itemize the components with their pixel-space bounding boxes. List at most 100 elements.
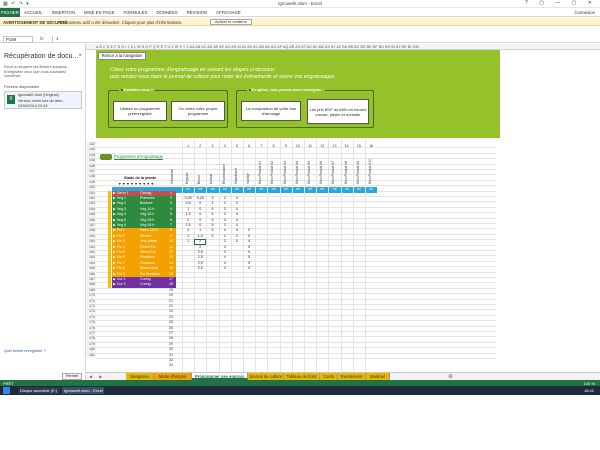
product-header: Mon Produit #5 (307, 161, 311, 184)
formula-input[interactable]: 1 (52, 35, 592, 43)
sheet-tab-7[interactable]: Matériel (366, 373, 390, 380)
stage-label: ▶ Flo 1 (113, 228, 125, 233)
stage-header: Stade de la plante (124, 176, 157, 180)
water-composition-button[interactable]: La composition de votre eau d'arrosage (241, 101, 301, 121)
col-number: 8 (272, 144, 275, 148)
ml-unit: ml (255, 187, 268, 193)
grid-line (96, 298, 496, 300)
title-bar: ▦ ↶ ↷ ▾ Ignowebt.xlsm - Excel ? ▢ — ▢ ✕ (0, 0, 600, 8)
dose-cell[interactable] (194, 282, 206, 287)
ribbon-tab-5[interactable]: RÉVISION (187, 10, 208, 15)
sheet-scroll-arrows[interactable]: ◀ ▶ … (89, 374, 116, 379)
stage-name: Vég 18 h (140, 223, 155, 227)
file-tab[interactable]: FICHIER (0, 8, 20, 17)
start-icon[interactable] (3, 387, 10, 394)
zoom-level[interactable]: 100 % (584, 381, 595, 386)
grid-vline (279, 140, 281, 372)
quick-access-icons[interactable]: ▦ ↶ ↷ ▾ (3, 1, 30, 7)
recovery-description: Excel a récupéré les fichiers suivants. … (4, 65, 68, 78)
dose-cell[interactable] (182, 282, 194, 287)
stage-name: Clonag (140, 190, 152, 195)
grid-line (96, 352, 496, 354)
taskbar-item-0[interactable]: Disque amovible (E:) (18, 387, 60, 394)
optional-group-title: En option, vous pouvez aussi renseigner … (247, 88, 326, 92)
dose-cell[interactable] (206, 282, 218, 287)
taskbar-item-1[interactable]: Ignowebt.xlsm - Excel (62, 387, 104, 394)
ribbon-tabs: FICHIER ACCUEIL INSERTION MISE EN PAGE FORM… (0, 8, 600, 17)
product-header: Activat (209, 173, 214, 184)
dose-cell[interactable] (219, 282, 231, 287)
sheet-tab-1[interactable]: Mode d'emploi (154, 373, 192, 380)
grid-line (96, 309, 496, 311)
product-header: Vanillyl (246, 173, 250, 185)
add-sheet-icon[interactable]: ⊕ (448, 373, 453, 380)
sign-in-link[interactable]: Connexion (574, 10, 595, 15)
grid-vline (255, 140, 257, 372)
grid-line (96, 293, 496, 295)
product-header: Mon Produit #9 (355, 161, 360, 184)
stage-label: ▶ Flo 3 (113, 239, 125, 244)
form-instructions-line2: puis rendez-vous dans le journal de cult… (110, 74, 335, 80)
ribbon-tab-0[interactable]: ACCUEIL (24, 10, 43, 15)
grid-line (96, 185, 496, 187)
dose-cell[interactable] (243, 282, 255, 287)
column-letters[interactable]: A B C D E F G H I J K L M N O P Q R S T … (96, 45, 419, 49)
ribbon-tab-4[interactable]: DONNÉES (156, 10, 177, 15)
ribbon-tab-2[interactable]: MISE EN PAGE (84, 10, 114, 15)
dose-cell[interactable] (231, 282, 243, 287)
stage-arrows: ▼▼▼▼▼▼▼▼▼ (118, 182, 155, 186)
recovery-close-button[interactable]: Fermer (62, 373, 82, 380)
col-number: 10 (295, 144, 300, 148)
create-program-button[interactable]: Ou créez votre propre programme (171, 101, 225, 121)
stage-name: Début Flo (140, 250, 156, 254)
sheet-tab-3[interactable]: Journal de culture (248, 373, 284, 380)
product-header: Mon Produit #4 (294, 161, 299, 184)
window-title: Ignowebt.xlsm - Excel (278, 1, 322, 6)
stage-label: ▶ Germ 1 (113, 190, 129, 195)
row-number[interactable]: 181 (86, 352, 96, 358)
grid-line (96, 336, 496, 338)
ml-unit: ml (304, 187, 317, 193)
grid-vline (340, 140, 342, 372)
stage-label: ▶ Veg 5 (113, 217, 126, 222)
security-warning-bar: AVERTISSEMENT DE SÉCURITÉ Du contenu act… (0, 18, 600, 26)
electricity-prices-button[interactable]: Les prix EDF du kWh en heures creuse, pl… (307, 99, 369, 124)
grid-line (96, 314, 496, 316)
stage-label: ▶ Cur 1 (113, 277, 126, 281)
stage-name: 1ers pistils (140, 239, 157, 244)
stage-name: Bouture (140, 201, 153, 206)
week-cell[interactable]: 33 (166, 363, 176, 368)
name-box[interactable]: P159 (3, 35, 33, 43)
stage-name: Plantules (140, 196, 155, 200)
product-header: Mon Produit #10 (368, 159, 372, 184)
window-controls[interactable]: ? ▢ — ▢ ✕ (525, 0, 597, 6)
sheet-tab-2[interactable]: Programmer ses engrais (192, 373, 248, 380)
security-message[interactable]: Du contenu actif a été désactivé. Clique… (60, 20, 183, 25)
grid-line (96, 325, 496, 327)
fx-icon[interactable]: fx (40, 36, 43, 41)
enable-content-button[interactable]: Activer le contenu (210, 19, 252, 25)
ribbon-tab-list: ACCUEIL INSERTION MISE EN PAGE FORMULES DONN… (24, 10, 241, 15)
close-icon[interactable]: × (78, 53, 82, 59)
ml-unit: ml (340, 187, 353, 193)
recovered-file-date: 02/06/2014 20:42 (18, 104, 48, 108)
back-to-navigation-button[interactable]: Retour à la navigation (98, 52, 146, 60)
excel-file-icon: X (7, 95, 15, 104)
col-number: 13 (332, 144, 337, 148)
ribbon-tab-6[interactable]: AFFICHAGE (216, 10, 241, 15)
use-preset-program-button[interactable]: Utilisez un programme préenregistré (113, 101, 167, 121)
sheet-tab-6[interactable]: Rendement (338, 373, 366, 380)
program-grid: 142 143 144 145 146 147 148 149 150 151 152 153 154 1… (86, 140, 600, 372)
sheet-tab-5[interactable]: Coûts (320, 373, 338, 380)
stage-row[interactable]: ▶ Cur 2 Curing (112, 282, 166, 288)
ribbon-tab-3[interactable]: FORMULES (123, 10, 147, 15)
ribbon-tab-1[interactable]: INSERTION (52, 10, 75, 15)
security-heading: AVERTISSEMENT DE SÉCURITÉ (3, 19, 68, 25)
recovered-file-item[interactable]: X Ignowbt2.xlsm [Original] Version créée… (4, 91, 82, 109)
selected-cell[interactable] (194, 239, 207, 245)
product-header: Mon Produit #2 (270, 161, 275, 184)
sheet-tab-4[interactable]: Tableau de bord (284, 373, 320, 380)
which-file-link[interactable]: Quel fichier enregistrer ? (4, 349, 46, 353)
recovered-file-version: Version créée lors du dern... (18, 98, 66, 103)
sheet-tab-0[interactable]: Navigation (126, 373, 154, 380)
